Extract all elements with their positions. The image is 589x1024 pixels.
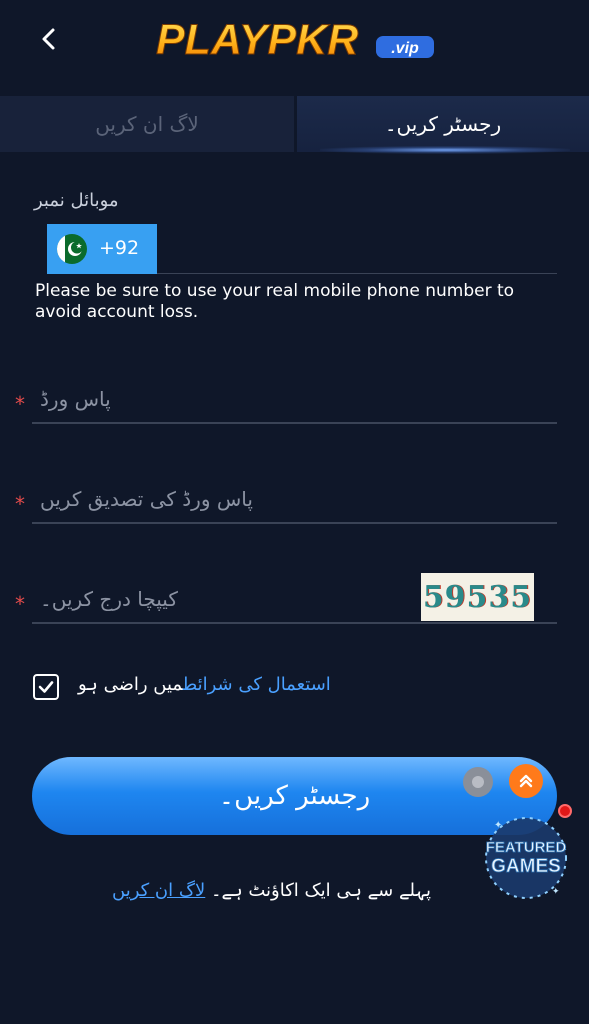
terms-of-use-link[interactable]: استعمال کی شرائط	[183, 674, 331, 695]
app-header: PLAYPKR .vip	[0, 0, 589, 96]
password-input[interactable]	[32, 376, 557, 422]
tab-login[interactable]: لاگ ان کریں	[0, 96, 294, 152]
login-prompt-text: پہلے سے ہی ایک اکاؤنٹ ہے۔	[211, 880, 432, 901]
scroll-top-button[interactable]	[509, 764, 543, 798]
confirm-password-input[interactable]	[32, 476, 557, 522]
svg-text:✦: ✦	[552, 887, 560, 897]
required-mark: *	[15, 592, 25, 616]
login-prompt: پہلے سے ہی ایک اکاؤنٹ ہے۔ لاگ ان کریں	[112, 880, 431, 901]
captcha-image[interactable]: 59535	[421, 573, 534, 621]
back-button[interactable]	[34, 22, 64, 56]
password-field	[32, 376, 557, 424]
phone-underline	[157, 273, 557, 274]
floating-menu-button[interactable]	[463, 767, 493, 797]
svg-text:GAMES: GAMES	[491, 856, 561, 877]
auth-tabs: لاگ ان کریں رجسٹر کریں۔	[0, 96, 589, 152]
svg-text:✦: ✦	[494, 820, 502, 831]
svg-text:FEATURED: FEATURED	[486, 839, 567, 856]
featured-games-badge[interactable]: FEATURED GAMES ✦ ✦	[478, 810, 574, 906]
required-mark: *	[15, 392, 25, 416]
login-link[interactable]: لاگ ان کریں	[112, 880, 205, 901]
captcha-input[interactable]	[32, 576, 417, 622]
chevron-left-icon	[42, 28, 55, 50]
active-tab-indicator	[320, 146, 570, 154]
tab-register[interactable]: رجسٹر کریں۔	[297, 96, 589, 152]
terms-text: میں راضی ہو	[78, 674, 183, 695]
confirm-password-field	[32, 476, 557, 524]
terms-agreement: استعمال کی شرائطمیں راضی ہو	[78, 674, 331, 695]
terms-checkbox[interactable]	[33, 674, 59, 700]
mobile-number-label: موبائل نمبر	[34, 190, 119, 211]
country-code-selector[interactable]: +92	[47, 224, 157, 274]
double-chevron-up-icon	[519, 774, 533, 788]
required-mark: *	[15, 492, 25, 516]
phone-number-input[interactable]	[165, 230, 554, 272]
notification-dot	[558, 804, 572, 818]
phone-number-note: Please be sure to use your real mobile p…	[35, 281, 515, 322]
svg-text:PLAYPKR: PLAYPKR	[156, 16, 358, 64]
captcha-code: 59535	[422, 579, 533, 615]
playpkr-logo: PLAYPKR .vip	[156, 16, 434, 64]
svg-text:.vip: .vip	[391, 40, 419, 57]
pakistan-flag-icon	[57, 234, 87, 264]
country-code: +92	[99, 237, 140, 259]
check-icon	[38, 681, 54, 693]
